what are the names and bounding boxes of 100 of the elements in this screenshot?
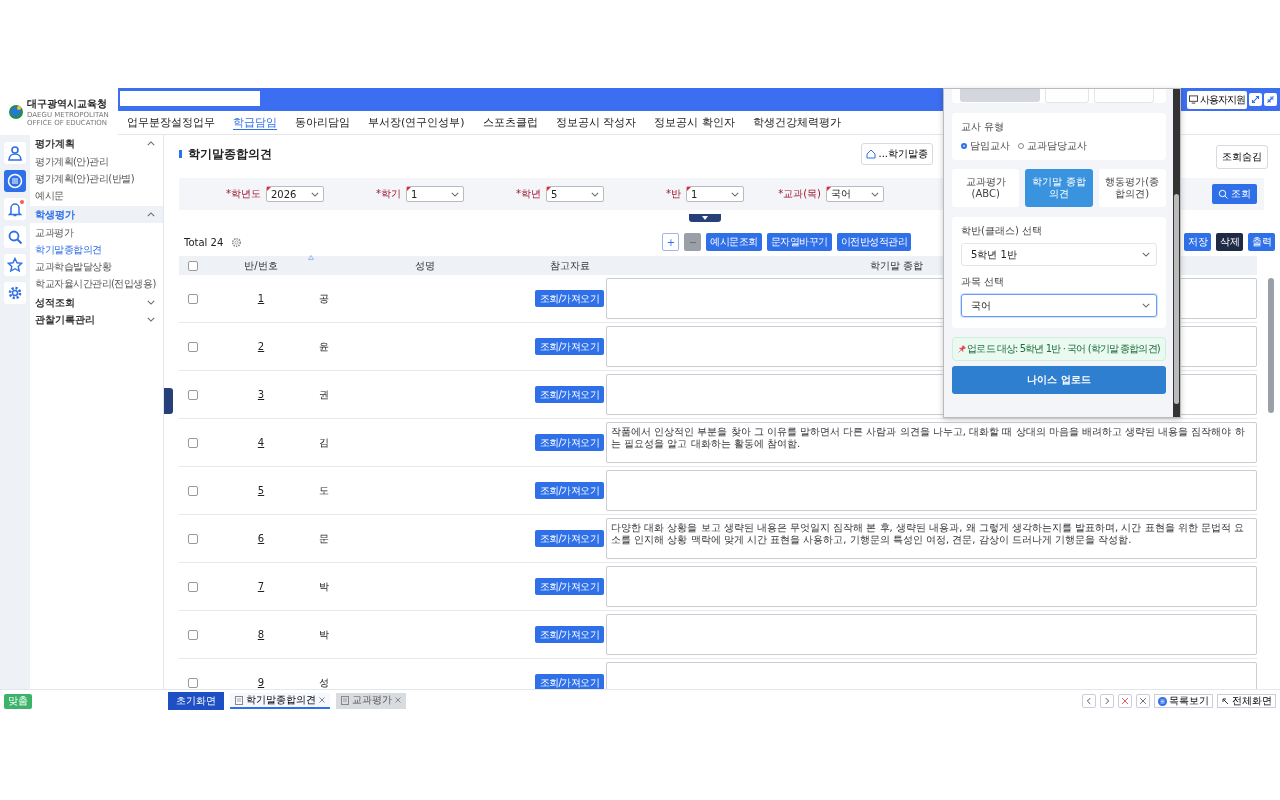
filter-select[interactable]: 국어: [826, 186, 884, 202]
row-checkbox[interactable]: [187, 485, 198, 496]
toolbar-button[interactable]: 삭제: [1216, 233, 1243, 251]
sidebar-group[interactable]: 학생평가: [30, 206, 163, 223]
sidebar-item[interactable]: 학기말종합의견: [35, 243, 163, 257]
person-icon[interactable]: [4, 142, 26, 164]
row-checkbox[interactable]: [187, 581, 198, 592]
upload-button[interactable]: 나이스 업로드: [952, 366, 1166, 394]
expand-icon[interactable]: [1249, 93, 1262, 107]
row-checkbox[interactable]: [187, 293, 198, 304]
collapse-icon[interactable]: [1264, 93, 1277, 107]
nav-tab[interactable]: 학생건강체력평가: [752, 115, 841, 131]
field[interactable]: [1094, 89, 1154, 103]
fullscreen-button[interactable]: 전체화면: [1217, 694, 1276, 708]
list-icon[interactable]: [4, 170, 26, 192]
toolbar-button[interactable]: 이전반성적관리: [836, 233, 912, 251]
fetch-button[interactable]: 조회/가져오기: [535, 434, 604, 451]
scrollbar[interactable]: [1173, 89, 1180, 417]
teacher-type-radio[interactable]: 담임교사: [961, 139, 1010, 153]
list-button[interactable]: 목록보기: [1154, 694, 1213, 708]
page-tab[interactable]: 학기말종합의견: [230, 693, 330, 709]
fetch-button[interactable]: 조회/가져오기: [535, 578, 604, 595]
toolbar-button[interactable]: 저장: [1184, 233, 1211, 251]
fetch-button[interactable]: 조회/가져오기: [535, 530, 604, 547]
student-number-link[interactable]: 1: [257, 293, 265, 304]
sidebar-item[interactable]: 평가계획(안)관리: [35, 155, 163, 169]
next-icon[interactable]: [1100, 694, 1114, 708]
sidebar-item[interactable]: 학교자율시간관리(전입생용): [35, 277, 163, 291]
teacher-type-radio[interactable]: 교과담당교사: [1018, 139, 1087, 153]
row-checkbox[interactable]: [187, 677, 198, 688]
mode-tab[interactable]: 행동평가(종합의견): [1098, 169, 1166, 207]
opinion-field[interactable]: [606, 614, 1257, 655]
toolbar-button[interactable]: 출력: [1248, 233, 1275, 251]
sidebar-item[interactable]: 교과평가: [35, 226, 163, 240]
sidebar-item[interactable]: 평가계획(안)관리(반별): [35, 172, 163, 186]
bell-icon[interactable]: [4, 198, 26, 220]
sort-icon[interactable]: [308, 254, 314, 260]
class-select[interactable]: 5학년 1반: [961, 243, 1157, 266]
breadcrumb[interactable]: ...학기말종: [861, 143, 933, 165]
fetch-button[interactable]: 조회/가져오기: [535, 626, 604, 643]
fetch-button[interactable]: 조회/가져오기: [535, 290, 604, 307]
student-number-link[interactable]: 3: [257, 389, 265, 400]
toolbar-button[interactable]: 예시문조회: [706, 233, 762, 251]
mode-tab[interactable]: 교과평가(ABC): [952, 169, 1020, 207]
toolbar-button[interactable]: 문자열바꾸기: [766, 233, 832, 251]
settings-icon[interactable]: [231, 236, 243, 248]
previous-icon[interactable]: [1082, 694, 1096, 708]
student-number-link[interactable]: 9: [257, 677, 265, 688]
home-button[interactable]: 초기화면: [168, 692, 224, 710]
opinion-field[interactable]: [606, 470, 1257, 511]
close-icon[interactable]: [1136, 694, 1150, 708]
search-icon[interactable]: [4, 226, 26, 248]
nav-tab[interactable]: 학급담임: [233, 115, 277, 131]
fetch-button[interactable]: 조회/가져오기: [535, 386, 604, 403]
subject-select[interactable]: 국어: [961, 294, 1157, 317]
student-number-link[interactable]: 8: [257, 629, 265, 640]
sidebar-item[interactable]: 교과학습발달상황: [35, 260, 163, 274]
row-checkbox[interactable]: [187, 341, 198, 352]
student-number-link[interactable]: 7: [257, 581, 265, 592]
filter-select[interactable]: 2026: [266, 186, 324, 202]
column-header[interactable]: 반/번호: [244, 259, 278, 271]
toolbar-button[interactable]: +: [662, 233, 680, 251]
sidebar-item[interactable]: 예시문: [35, 189, 163, 203]
select-all-checkbox[interactable]: [187, 260, 198, 271]
nav-tab[interactable]: 동아리담임: [295, 115, 350, 131]
close-icon[interactable]: [1118, 694, 1132, 708]
nav-tab[interactable]: 부서장(연구인성부): [368, 115, 465, 131]
fold-tab[interactable]: [688, 214, 721, 222]
row-checkbox[interactable]: [187, 437, 198, 448]
student-number-link[interactable]: 2: [257, 341, 265, 352]
filter-select[interactable]: 5: [546, 186, 604, 202]
row-checkbox[interactable]: [187, 629, 198, 640]
collapse-handle[interactable]: [164, 388, 173, 414]
filter-select[interactable]: 1: [406, 186, 464, 202]
nav-tab[interactable]: 업무분장설정업무: [127, 115, 215, 131]
fetch-button[interactable]: 조회/가져오기: [535, 482, 604, 499]
support-button[interactable]: 사용자지원: [1187, 90, 1247, 109]
filter-select[interactable]: 1: [686, 186, 744, 202]
nav-tab[interactable]: 정보공시 작성자: [555, 115, 637, 131]
nav-tab[interactable]: 정보공시 확인자: [654, 115, 735, 131]
row-checkbox[interactable]: [187, 533, 198, 544]
student-number-link[interactable]: 4: [257, 437, 265, 448]
nav-tab[interactable]: 스포츠클럽: [482, 115, 538, 131]
fetch-button[interactable]: 조회/가져오기: [535, 674, 604, 689]
opinion-field[interactable]: [606, 566, 1257, 607]
fetch-button[interactable]: 조회/가져오기: [535, 338, 604, 355]
close-icon[interactable]: [395, 697, 401, 703]
star-icon[interactable]: [4, 254, 26, 276]
opinion-field[interactable]: 작품에서 인상적인 부분을 찾아 그 이유를 말하면서 다른 사람과 의견을 나누고, 대화할 때 상대의 마음을 배려하고 생략된 내용을 짐작해야 하는 필요성을 알고 대화하는 활동에 참여함.: [606, 422, 1257, 463]
row-checkbox[interactable]: [187, 389, 198, 400]
settings-icon[interactable]: [4, 282, 26, 304]
scrollbar[interactable]: [1268, 278, 1274, 413]
close-icon[interactable]: [319, 697, 325, 703]
page-tab[interactable]: 교과평가: [336, 693, 406, 709]
student-number-link[interactable]: 5: [257, 485, 265, 496]
field[interactable]: [1045, 89, 1089, 103]
student-number-link[interactable]: 6: [257, 533, 265, 544]
opinion-field[interactable]: 다양한 대화 상황을 보고 생략된 내용은 무엇일지 짐작해 본 후, 생략된 내용과, 왜 그렇게 생각하는지를 발표하며, 시간 표현을 위한 문법적 요소를 인지해 상황 맥락에 맞게 시간 표현을 사용하고, 기행문의 특성인 여정, 견문, 감상이 드러나게 기행문을 작성함.: [606, 518, 1257, 559]
search-button[interactable]: 조회: [1212, 184, 1257, 204]
hide-search-button[interactable]: 조회숨김: [1216, 145, 1268, 169]
